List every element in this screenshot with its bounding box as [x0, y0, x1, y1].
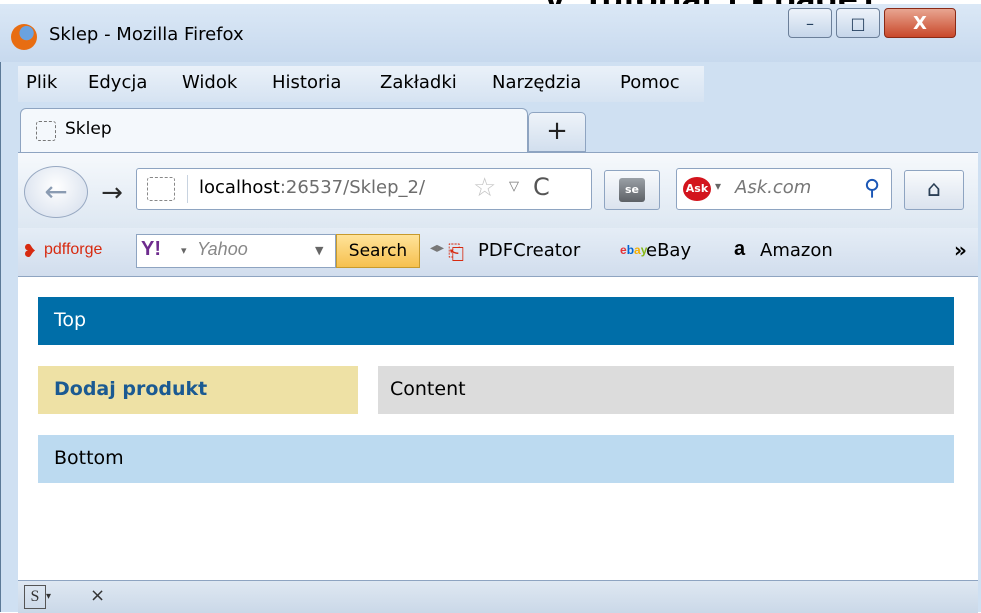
page-favicon-icon: [36, 121, 56, 141]
maximize-button[interactable]: □: [836, 8, 880, 38]
page-top-section: Top: [38, 297, 954, 345]
yahoo-search-button[interactable]: Search: [336, 234, 420, 268]
extension-icon: se: [619, 178, 645, 202]
menu-pomoc[interactable]: Pomoc: [620, 72, 680, 93]
page-main-content: Content: [378, 366, 954, 414]
yahoo-placeholder: Yahoo: [197, 239, 248, 259]
ask-logo-icon[interactable]: Ask: [683, 177, 711, 201]
bookmark-star-icon[interactable]: ☆: [473, 173, 496, 203]
new-tab-button[interactable]: +: [528, 112, 586, 152]
reload-icon[interactable]: C: [533, 173, 550, 201]
url-host: localhost: [199, 177, 280, 198]
url-text[interactable]: localhost:26537/Sklep_2/: [199, 177, 425, 198]
pdfforge-link[interactable]: pdfforge: [44, 241, 102, 259]
menu-plik[interactable]: Plik: [26, 72, 57, 93]
bookmark-pdfcreator[interactable]: PDFCreator: [478, 240, 580, 261]
menu-historia[interactable]: Historia: [272, 72, 341, 93]
amazon-icon[interactable]: a: [734, 238, 756, 262]
ebay-icon[interactable]: ebay: [620, 243, 647, 257]
url-separator: [187, 175, 188, 203]
search-field[interactable]: Ask ▾ Ask.com ⚲: [676, 168, 892, 210]
search-engine-dropdown-icon[interactable]: ▾: [715, 179, 721, 193]
page-content: Top Dodaj produkt Content Bottom: [18, 277, 978, 580]
bottom-label: Bottom: [54, 447, 124, 469]
yahoo-logo-icon[interactable]: Y!: [141, 238, 161, 261]
close-window-button[interactable]: X: [884, 8, 956, 38]
firefox-logo-icon: [11, 24, 37, 50]
search-go-icon[interactable]: ⚲: [855, 171, 889, 207]
tab-label: Sklep: [65, 119, 112, 139]
back-button[interactable]: ←: [24, 166, 88, 218]
bookmark-amazon[interactable]: Amazon: [760, 240, 833, 261]
minimize-button[interactable]: –: [788, 8, 832, 38]
search-placeholder: Ask.com: [735, 177, 812, 198]
addon-dropdown-icon[interactable]: ▾: [46, 591, 51, 602]
pdfforge-heart-icon[interactable]: ❥: [22, 242, 42, 262]
close-addon-bar-icon[interactable]: ×: [90, 585, 105, 606]
bookmark-ebay[interactable]: eBay: [646, 240, 691, 261]
url-dropdown-icon[interactable]: ▽: [509, 179, 519, 194]
toolbar-grip-icon[interactable]: ◂▸: [430, 240, 444, 256]
menu-zakladki[interactable]: Zakładki: [380, 72, 457, 93]
url-path: :26537/Sklep_2/: [279, 177, 426, 198]
home-button[interactable]: ⌂: [904, 170, 964, 210]
extension-button[interactable]: se: [604, 170, 660, 210]
yahoo-dropdown-icon[interactable]: ▾: [181, 244, 187, 257]
page-sidebar-menu: Dodaj produkt: [38, 366, 358, 414]
top-label: Top: [54, 309, 87, 331]
address-bar[interactable]: localhost:26537/Sklep_2/ ☆ ▽ C: [136, 168, 592, 210]
bookmarks-toolbar: ❥ pdfforge Y! ▾ Yahoo ▼ Search ◂▸ ⎗ PDFC…: [18, 228, 978, 277]
forward-button[interactable]: →: [92, 174, 132, 212]
yahoo-search-field[interactable]: Y! ▾ Yahoo ▼: [136, 234, 336, 268]
addon-s-icon[interactable]: S: [24, 585, 46, 609]
yahoo-history-dropdown-icon[interactable]: ▼: [315, 244, 323, 257]
menu-narzedzia[interactable]: Narzędzia: [492, 72, 581, 93]
page-bottom-section: Bottom: [38, 435, 954, 483]
window-title: Sklep - Mozilla Firefox: [49, 24, 244, 45]
menu-bar: Plik Edycja Widok Historia Zakładki Narz…: [18, 66, 704, 102]
title-bar: Sklep - Mozilla Firefox – □ X: [0, 4, 981, 62]
pdfcreator-icon[interactable]: ⎗: [448, 240, 470, 264]
content-label: Content: [390, 378, 466, 400]
bookmarks-overflow-chevron-icon[interactable]: »: [954, 238, 967, 262]
status-bar: S ▾ ×: [18, 580, 978, 613]
tab-sklep[interactable]: Sklep: [20, 108, 528, 152]
menu-edycja[interactable]: Edycja: [88, 72, 147, 93]
site-identity-icon[interactable]: [147, 177, 175, 201]
add-product-link[interactable]: Dodaj produkt: [54, 378, 207, 400]
menu-widok[interactable]: Widok: [182, 72, 237, 93]
